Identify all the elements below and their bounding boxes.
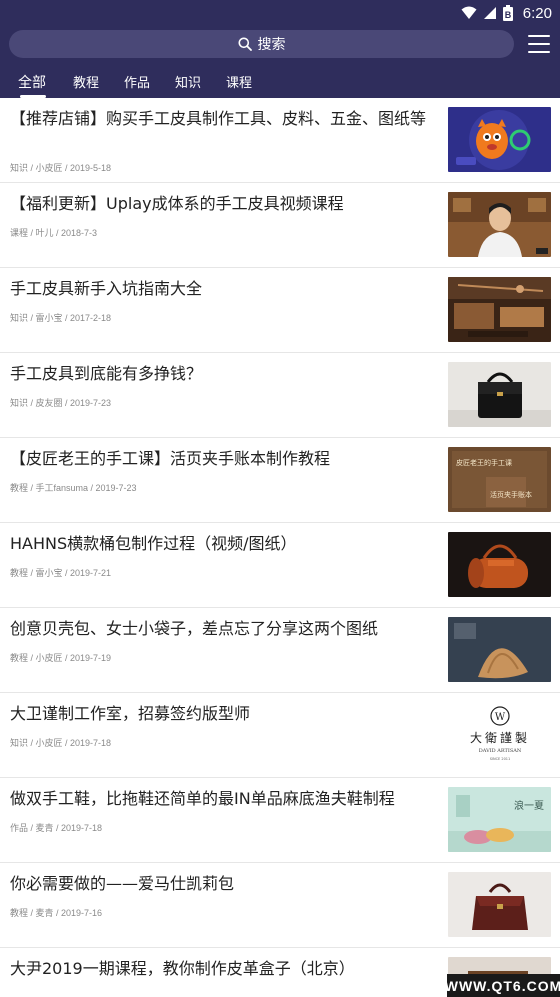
svg-text:浪一夏: 浪一夏 [514,799,544,812]
watermark: WWW.QT6.COM [445,974,560,997]
tab-works[interactable]: 作品 [124,72,150,91]
category-tabs: 全部 教程 作品 知识 课程 [0,70,560,98]
article-title: 手工皮具到底能有多挣钱？ [10,364,203,383]
article-title: 你必需要做的——爱马仕凯莉包 [10,874,235,893]
article-thumbnail [448,277,551,342]
article-title: 做双手工鞋，比拖鞋还简单的最IN单品麻底渔夫鞋制程 [10,789,395,808]
list-item[interactable]: 【推荐店铺】购买手工皮具制作工具、皮料、五金、图纸等 知识 / 小皮匠 / 20… [0,98,560,183]
svg-text:活页夹手账本: 活页夹手账本 [490,490,532,499]
article-meta: 教程 / 小皮匠 / 2019-7-19 [10,653,112,663]
list-item[interactable]: HAHNS横款桶包制作过程（视频/图纸） 教程 / 雷小宝 / 2019-7-2… [0,523,560,608]
article-title: 【皮匠老王的手工课】活页夹手账本制作教程 [10,449,331,468]
article-thumbnail [448,532,551,597]
search-label: 搜索 [257,37,286,53]
article-title: 【推荐店铺】购买手工皮具制作工具、皮料、五金、图纸等 [10,109,427,128]
list-item[interactable]: 创意贝壳包、女士小袋子，差点忘了分享这两个图纸 教程 / 小皮匠 / 2019-… [0,608,560,693]
menu-icon[interactable] [528,35,550,53]
svg-text:B: B [505,10,512,20]
wifi-icon [461,6,477,19]
article-meta: 知识 / 小皮匠 / 2019-7-18 [10,738,112,748]
article-meta: 教程 / 手工fansuma / 2019-7-23 [10,483,137,493]
svg-text:W: W [495,712,506,723]
app-header: B 6:20 搜索 全部 教程 作品 知识 课程 [0,0,560,98]
list-item[interactable]: 大卫谨制工作室，招募签约版型师 知识 / 小皮匠 / 2019-7-18 W 大… [0,693,560,778]
list-item[interactable]: 做双手工鞋，比拖鞋还简单的最IN单品麻底渔夫鞋制程 作品 / 麦青 / 2019… [0,778,560,863]
svg-text:SINCE 2011: SINCE 2011 [490,757,511,761]
list-item[interactable]: 【皮匠老王的手工课】活页夹手账本制作教程 教程 / 手工fansuma / 20… [0,438,560,523]
article-meta: 教程 / 雷小宝 / 2019-7-21 [10,568,112,578]
article-title: 大卫谨制工作室，招募签约版型师 [10,704,251,723]
svg-text:大衛謹製: 大衛謹製 [470,730,530,745]
search-icon [238,37,252,51]
status-bar: B 6:20 [0,0,560,26]
article-meta: 知识 / 皮友圈 / 2019-7-23 [10,398,112,408]
list-item[interactable]: 你必需要做的——爱马仕凯莉包 教程 / 麦青 / 2019-7-16 [0,863,560,948]
article-thumbnail [448,617,551,682]
article-title: 【福利更新】Uplay成体系的手工皮具视频课程 [10,194,344,213]
tab-knowledge[interactable]: 知识 [175,72,201,91]
article-thumbnail: W 大衛謹製 DAVID ARTISAN SINCE 2011 [448,702,551,767]
article-thumbnail [448,872,551,937]
svg-text:DAVID ARTISAN: DAVID ARTISAN [479,748,522,754]
status-time: 6:20 [522,4,552,22]
tab-tutorials[interactable]: 教程 [73,72,99,91]
article-title: HAHNS横款桶包制作过程（视频/图纸） [10,534,297,553]
status-icons: B 6:20 [461,3,552,23]
tab-all[interactable]: 全部 [18,72,46,92]
search-bar[interactable]: 搜索 [9,30,514,58]
cellular-icon [483,7,496,19]
list-item[interactable]: 手工皮具到底能有多挣钱？ 知识 / 皮友圈 / 2019-7-23 [0,353,560,438]
list-item[interactable]: 【福利更新】Uplay成体系的手工皮具视频课程 课程 / 叶儿 / 2018-7… [0,183,560,268]
article-thumbnail [448,107,551,172]
article-meta: 知识 / 雷小宝 / 2017-2-18 [10,313,112,323]
article-meta: 教程 / 麦青 / 2019-7-16 [10,908,103,918]
article-thumbnail: 皮匠老王的手工课 活页夹手账本 [448,447,551,512]
article-meta: 知识 / 小皮匠 / 2019-5-18 [10,163,112,173]
article-thumbnail [448,192,551,257]
svg-text:皮匠老王的手工课: 皮匠老王的手工课 [456,458,512,467]
article-title: 大尹2019一期课程，教你制作皮革盒子（北京） [10,959,355,978]
article-thumbnail: 浪一夏 [448,787,551,852]
article-thumbnail [448,362,551,427]
article-title: 手工皮具新手入坑指南大全 [10,279,203,298]
article-title: 创意贝壳包、女士小袋子，差点忘了分享这两个图纸 [10,619,379,638]
list-item[interactable]: 手工皮具新手入坑指南大全 知识 / 雷小宝 / 2017-2-18 [0,268,560,353]
article-meta: 作品 / 麦青 / 2019-7-18 [10,823,103,833]
battery-icon: B [502,5,513,21]
article-meta: 课程 / 叶儿 / 2018-7-3 [10,228,98,238]
tab-courses[interactable]: 课程 [226,72,252,91]
